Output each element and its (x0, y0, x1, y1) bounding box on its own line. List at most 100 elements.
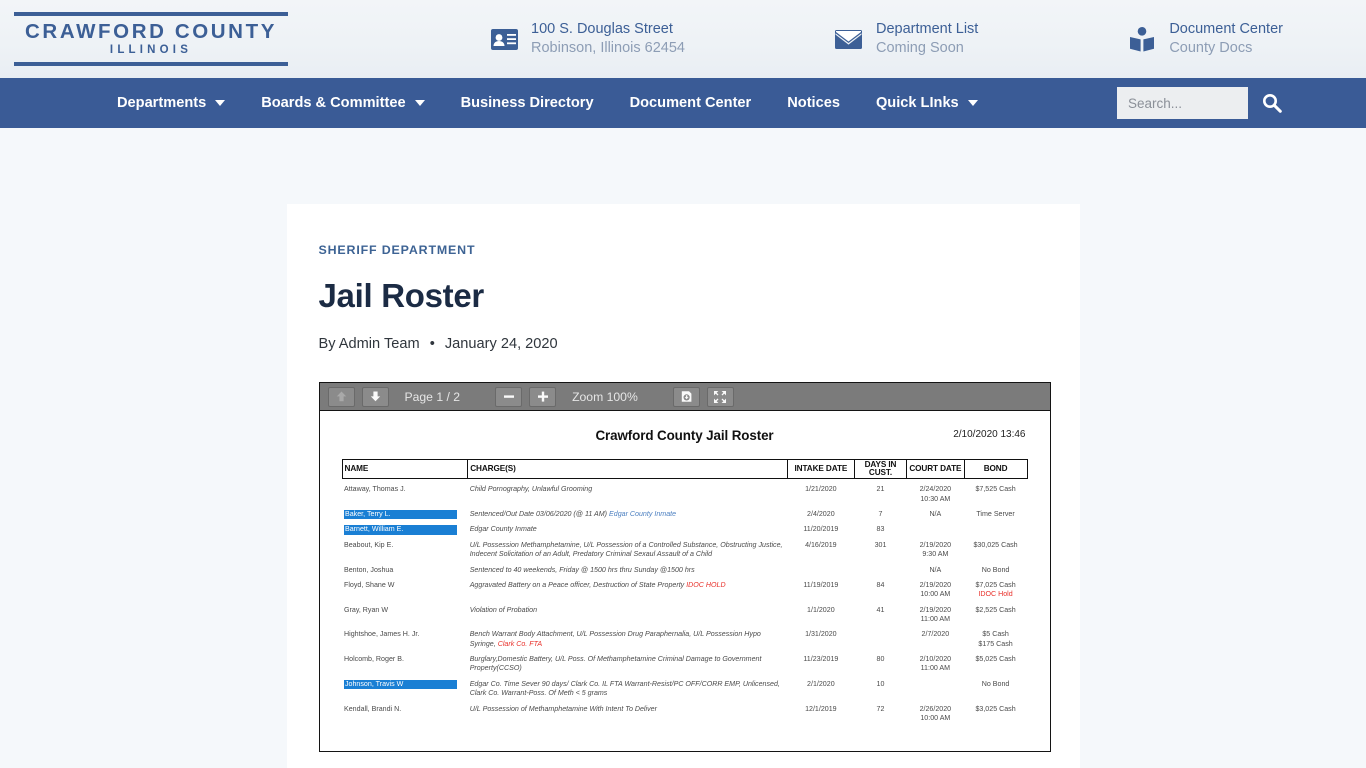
pdf-page-content[interactable]: Crawford County Jail Roster 2/10/2020 13… (319, 411, 1050, 751)
cell-bond (964, 519, 1027, 534)
header-address-line1: 100 S. Douglas Street (531, 21, 673, 38)
name-highlight: Baker, Terry L. (344, 510, 457, 520)
cell-charges: Aggravated Battery on a Peace officer, D… (469, 580, 726, 589)
col-header-days-in-custody: DAYS IN CUST. (853, 458, 908, 480)
envelope-icon (835, 26, 863, 52)
court-time: 9:30 AM (922, 550, 949, 559)
nav-label-business-directory: Business Directory (460, 95, 594, 111)
header-doccenter-line1: Document Center (1169, 21, 1283, 38)
download-icon (680, 390, 693, 403)
cell-bond: $3,025 Cash (975, 704, 1016, 713)
nav-item-document-center[interactable]: Document Center (612, 78, 770, 128)
cell-bond: No Bond (981, 679, 1010, 688)
bond-secondary: $175 Cash (978, 639, 1013, 648)
cell-name: Barnett, William E. (342, 519, 468, 535)
cell-charges: Sentenced to 40 weekends, Friday @ 1500 … (469, 565, 695, 574)
table-row: Attaway, Thomas J. Child Pornography, Unl… (342, 479, 1027, 504)
open-book-icon (1128, 26, 1156, 52)
pdf-fullscreen-button[interactable] (706, 386, 734, 407)
pdf-viewer: Page 1 / 2 Zoom 100% Crawford County Jai… (318, 382, 1051, 752)
cell-name: Floyd, Shane W (344, 580, 395, 589)
cell-bond: $7,025 Cash IDOC Hold (975, 580, 1016, 599)
pdf-zoom-indicator: Zoom 100% (572, 389, 638, 404)
pdf-document-header: Crawford County Jail Roster 2/10/2020 13… (342, 428, 1028, 450)
header-department-line2: Coming Soon (875, 40, 964, 56)
cell-intake-date: 2/4/2020 (807, 510, 835, 519)
main-navigation: Departments Boards & Committee Business … (0, 78, 1366, 128)
cell-bond: $30,025 Cash (973, 540, 1018, 549)
minus-icon (502, 390, 516, 403)
cell-court-date (907, 674, 965, 699)
cell-charges: Edgar County Inmate (469, 525, 537, 534)
pdf-prev-page-button[interactable] (327, 386, 355, 407)
article-byline: By Admin Team • January 24, 2020 (319, 336, 1048, 352)
cell-court-date: 2/24/2020 10:30 AM (919, 485, 952, 503)
header-document-center-item[interactable]: Document Center County Docs (1128, 20, 1283, 57)
jail-roster-table: NAME CHARGE(S) INTAKE DATE DAYS IN CUST.… (341, 458, 1028, 723)
nav-item-boards-committee[interactable]: Boards & Committee (243, 78, 442, 128)
charge-hold-note: Clark Co. FTA (497, 639, 543, 648)
table-row: Hightshoe, James H. Jr. Bench Warrant Bod… (342, 624, 1027, 649)
name-highlight: Barnett, William E. (344, 525, 457, 535)
charge-note-link: Edgar County Inmate (609, 510, 677, 519)
pdf-next-page-button[interactable] (361, 386, 389, 407)
table-row: Benton, Joshua Sentenced to 40 weekends, … (342, 560, 1027, 575)
col-header-charges: CHARGE(S) (467, 458, 788, 480)
table-row: Johnson, Travis W Edgar Co. Time Sever 90… (342, 674, 1027, 699)
cell-charges: Edgar Co. Time Sever 90 days/ Clark Co. … (469, 679, 780, 698)
pdf-document-timestamp: 2/10/2020 13:46 (953, 429, 1026, 440)
nav-label-quick-links: Quick LInks (875, 95, 959, 111)
pdf-zoom-in-button[interactable] (529, 386, 557, 407)
pdf-page-indicator: Page 1 / 2 (404, 389, 461, 404)
search-input[interactable] (1117, 87, 1248, 119)
court-time: 10:00 AM (920, 590, 951, 599)
arrow-up-icon (335, 390, 348, 403)
page-body: SHERIFF DEPARTMENT Jail Roster By Admin … (0, 204, 1366, 768)
byline-author: Admin Team (338, 336, 420, 352)
header-department-line1: Department List (875, 21, 979, 38)
cell-intake-date: 1/1/2020 (807, 605, 835, 614)
cell-bond: $5,025 Cash (975, 655, 1016, 664)
pdf-zoom-out-button[interactable] (495, 386, 523, 407)
nav-item-quick-links[interactable]: Quick LInks (858, 78, 996, 128)
header-address-line2: Robinson, Illinois 62454 (531, 40, 685, 56)
cell-days-in-custody: 83 (876, 525, 885, 534)
cell-name: Attaway, Thomas J. (344, 485, 406, 494)
cell-name: Holcomb, Roger B. (344, 655, 404, 664)
roster-table-body: Attaway, Thomas J. Child Pornography, Unl… (342, 479, 1027, 723)
nav-item-departments[interactable]: Departments (99, 78, 243, 128)
roster-table-head: NAME CHARGE(S) INTAKE DATE DAYS IN CUST.… (341, 458, 1028, 480)
cell-charges: U/L Possession Methamphetamine, U/L Poss… (469, 540, 783, 559)
cell-name: Hightshoe, James H. Jr. (344, 630, 420, 639)
pdf-toolbar: Page 1 / 2 Zoom 100% (319, 383, 1050, 411)
cell-days-in-custody: 72 (876, 704, 885, 713)
cell-name: Gray, Ryan W (344, 605, 389, 614)
cell-bond: Time Server (976, 510, 1015, 519)
cell-intake-date: 11/19/2019 (803, 580, 839, 589)
logo-county-name: CRAWFORD COUNTY (25, 19, 277, 43)
bond-hold-note: IDOC Hold (978, 590, 1013, 599)
cell-intake-date: 1/21/2020 (805, 485, 837, 494)
nav-item-business-directory[interactable]: Business Directory (443, 78, 612, 128)
article-category[interactable]: SHERIFF DEPARTMENT (319, 243, 1048, 257)
nav-item-notices[interactable]: Notices (769, 78, 858, 128)
cell-days-in-custody: 80 (876, 655, 885, 664)
header-department-list-item[interactable]: Department List Coming Soon (835, 20, 978, 57)
header-address-item[interactable]: 100 S. Douglas Street Robinson, Illinois… (490, 20, 685, 57)
cell-intake-date: 1/31/2020 (805, 630, 837, 639)
cell-name: Johnson, Travis W (342, 674, 468, 699)
cell-days-in-custody: 7 (878, 510, 883, 519)
cell-days-in-custody: 21 (876, 485, 885, 494)
chevron-down-icon (414, 100, 425, 106)
cell-name: Benton, Joshua (344, 565, 394, 574)
table-row: Beabout, Kip E. U/L Possession Methamphet… (342, 535, 1027, 560)
cell-charges: Violation of Probation (469, 605, 538, 614)
cell-charges: Child Pornography, Unlawful Grooming (469, 485, 593, 494)
site-logo[interactable]: CRAWFORD COUNTY ILLINOIS (8, 11, 294, 67)
cell-intake-date: 2/1/2020 (807, 679, 835, 688)
col-header-court-date: COURT DATE (906, 458, 965, 480)
pdf-download-button[interactable] (672, 386, 700, 407)
cell-court-date: 2/10/2020 11:00 AM (919, 655, 952, 673)
search-button[interactable] (1262, 93, 1282, 113)
cell-intake-date (787, 560, 854, 575)
